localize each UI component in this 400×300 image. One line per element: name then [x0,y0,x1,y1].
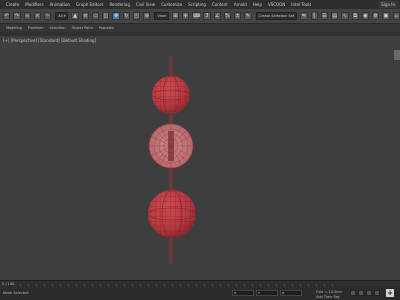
status-bar: None Selected X: Y: Z: Grid = 10.0cm Add… [0,287,400,300]
menu-graph-editors[interactable]: Graph Editors [76,0,103,9]
move-icon[interactable]: ✥ [112,12,120,20]
edit-named-selection-icon[interactable]: ✎ [244,12,252,20]
menu-intel-tools[interactable]: Intel Tools [291,0,311,9]
spinner-snap-icon[interactable]: ± [234,12,242,20]
auto-key-button[interactable] [350,290,356,296]
undo-icon[interactable]: ↶ [3,12,11,20]
time-slider[interactable]: 0 / 100 [0,280,400,287]
reference-coordinate-select[interactable]: View [154,12,169,20]
select-manipulate-icon[interactable]: ✣ [182,12,190,20]
menu-animation[interactable]: Animation [50,0,70,9]
y-coordinate-field[interactable]: Y: [256,290,278,296]
menu-modifiers[interactable]: Modifiers [25,0,43,9]
time-config-button[interactable] [374,290,380,296]
menu-customize[interactable]: Customize [161,0,182,9]
menu-arnold[interactable]: Arnold [234,0,247,9]
tab-object-paint[interactable]: Object Paint [72,26,93,30]
redo-icon[interactable]: ↷ [13,12,21,20]
bottom-sphere-mesh[interactable] [147,189,197,239]
place-icon[interactable]: ⊕ [143,12,151,20]
curve-editor-icon[interactable]: ∿ [341,12,349,20]
selection-status: None Selected [3,291,29,295]
pivot-icon[interactable]: ⊞ [171,12,180,20]
tab-freeform[interactable]: Freeform [28,26,44,30]
perspective-viewport[interactable]: [+] [Perspective] [Standard] [Default Sh… [0,36,400,280]
add-key-icon[interactable]: + [386,289,394,297]
select-object-icon[interactable]: ▲ [71,12,79,20]
menu-create[interactable]: Create [6,0,19,9]
add-time-tag-button[interactable]: Add Time Tag [316,295,340,299]
rotate-icon[interactable]: ↻ [122,12,130,20]
x-coordinate-field[interactable]: X: [232,290,254,296]
align-icon[interactable]: ⫿ [310,12,318,20]
menu-scripting[interactable]: Scripting [188,0,206,9]
unlink-icon[interactable]: ⨯ [33,12,41,20]
frame-counter: 0 / 100 [2,281,15,286]
bind-icon[interactable]: ~ [44,12,52,20]
named-selection-set-select[interactable]: Create Selection Set [255,12,298,20]
grid-size-label: Grid = 10.0cm [316,290,342,294]
set-key-button[interactable] [358,290,364,296]
z-coordinate-field[interactable]: Z: [280,290,302,296]
angle-snap-icon[interactable]: ∠ [213,12,221,20]
rectangle-select-icon[interactable]: ▭ [91,12,100,20]
viewport-scene [147,56,197,264]
menu-rendering[interactable]: Rendering [109,0,129,9]
sign-in-button[interactable]: Sign In [379,1,397,8]
window-crossing-icon[interactable]: ◫ [102,12,110,20]
main-toolbar: ↶ ↷ ∞ ⨯ ~ All ▾ ▲ ≡ ▭ ◫ ✥ ↻ ◰ ⊕ View ⊞ ✣… [0,9,400,24]
tab-modeling[interactable]: Modeling [6,26,22,30]
mirror-icon[interactable]: ⇋ [300,12,308,20]
menu-vscoon[interactable]: VSCOON [268,0,285,9]
middle-disc-mesh[interactable] [148,123,194,169]
menu-content[interactable]: Content [212,0,228,9]
menu-help[interactable]: Help [253,0,262,9]
select-by-name-icon[interactable]: ≡ [81,12,89,20]
keyboard-shortcut-icon[interactable]: ⌨ [192,12,201,20]
tab-selection[interactable]: Selection [50,26,66,30]
play-button[interactable] [366,290,372,296]
material-editor-icon[interactable]: ◉ [361,12,370,20]
percent-snap-icon[interactable]: % [223,12,232,20]
render-icon[interactable]: ☕ [392,12,400,20]
menu-civil-view[interactable]: Civil View [136,0,155,9]
selection-filter-select[interactable]: All ▾ [55,12,69,20]
tab-populate[interactable]: Populate [99,26,114,30]
snap-3-icon[interactable]: 3 [203,12,211,20]
top-sphere-mesh[interactable] [151,75,191,115]
rendered-frame-icon[interactable]: ▣ [382,12,390,20]
link-icon[interactable]: ∞ [23,12,31,20]
toggle-ribbon-icon[interactable]: ▤ [331,12,339,20]
layer-explorer-icon[interactable]: ☰ [320,12,329,20]
schematic-view-icon[interactable]: ⧉ [351,12,359,20]
menu-bar: Create Modifiers Animation Graph Editors… [0,0,400,9]
ribbon-tabs: Modeling Freeform Selection Object Paint… [0,24,400,32]
render-setup-icon[interactable]: ⚙ [372,12,380,20]
scale-icon[interactable]: ◰ [132,12,141,20]
